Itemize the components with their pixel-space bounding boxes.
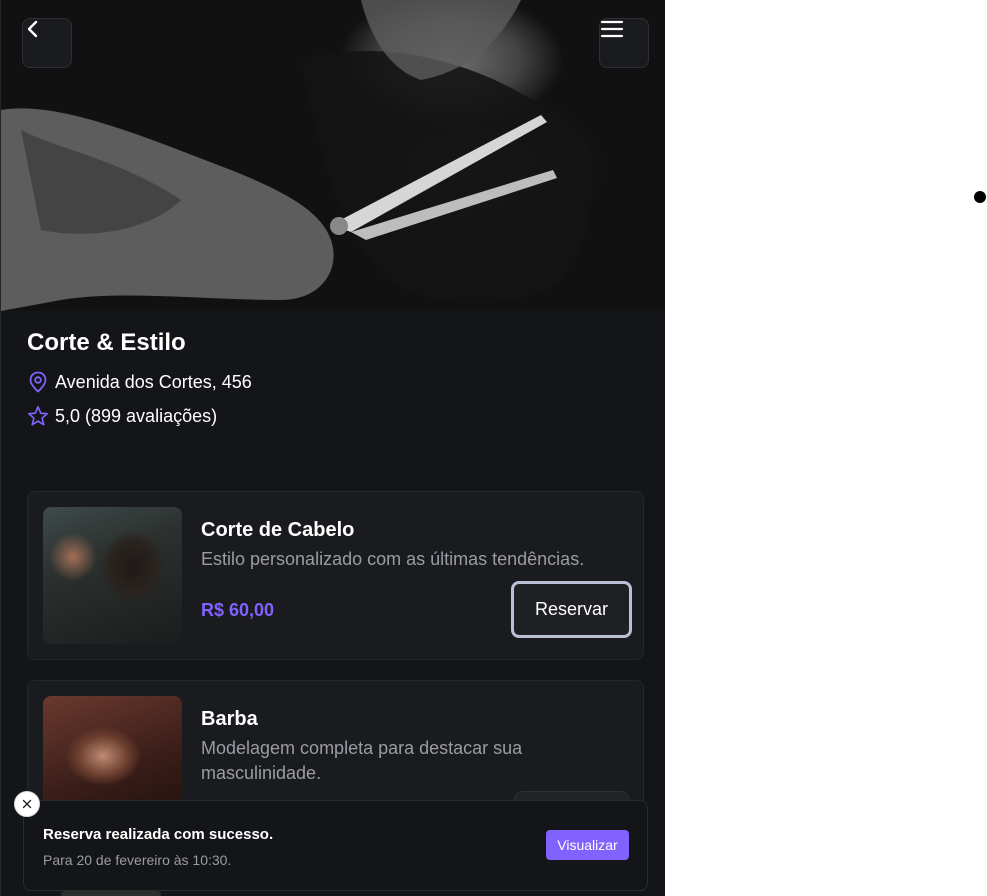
barbershop-app: Corte & Estilo Avenida dos Cortes, 456 5… [0, 0, 665, 896]
shop-address: Avenida dos Cortes, 456 [55, 371, 252, 392]
menu-button[interactable] [599, 18, 649, 68]
shop-info: Corte & Estilo Avenida dos Cortes, 456 5… [27, 328, 642, 428]
toast-description: Para 20 de fevereiro às 10:30. [43, 852, 232, 868]
chevron-left-icon [27, 20, 38, 38]
service-name: Barba [201, 708, 258, 730]
shop-address-row: Avenida dos Cortes, 456 [27, 370, 642, 394]
reserve-button[interactable]: Reservar [511, 581, 632, 638]
toast-notification: Reserva realizada com sucesso. Para 20 d… [23, 800, 648, 891]
toast-title: Reserva realizada com sucesso. [43, 826, 274, 843]
toast-close-button[interactable] [14, 791, 40, 817]
service-image [43, 507, 182, 644]
back-button[interactable] [22, 18, 72, 68]
menu-icon [600, 20, 624, 38]
service-price: R$ 60,00 [201, 600, 275, 620]
shop-rating: 5,0 (899 avaliações) [55, 405, 218, 426]
star-icon [27, 405, 49, 427]
service-description: Modelagem completa para destacar sua mas… [201, 738, 523, 783]
close-icon [22, 799, 32, 809]
map-pin-icon [27, 371, 49, 393]
toast-view-button[interactable]: Visualizar [546, 830, 629, 860]
service-name: Corte de Cabelo [201, 519, 355, 541]
service-card: Corte de Cabelo Estilo personalizado com… [27, 491, 644, 660]
shop-name: Corte & Estilo [27, 329, 186, 356]
cursor-dot [974, 191, 986, 203]
shop-rating-row: 5,0 (899 avaliações) [27, 404, 642, 428]
hero-image [1, 0, 665, 311]
service-image [61, 891, 161, 896]
hero-illustration [1, 0, 591, 311]
service-description: Estilo personalizado com as últimas tend… [201, 549, 585, 569]
